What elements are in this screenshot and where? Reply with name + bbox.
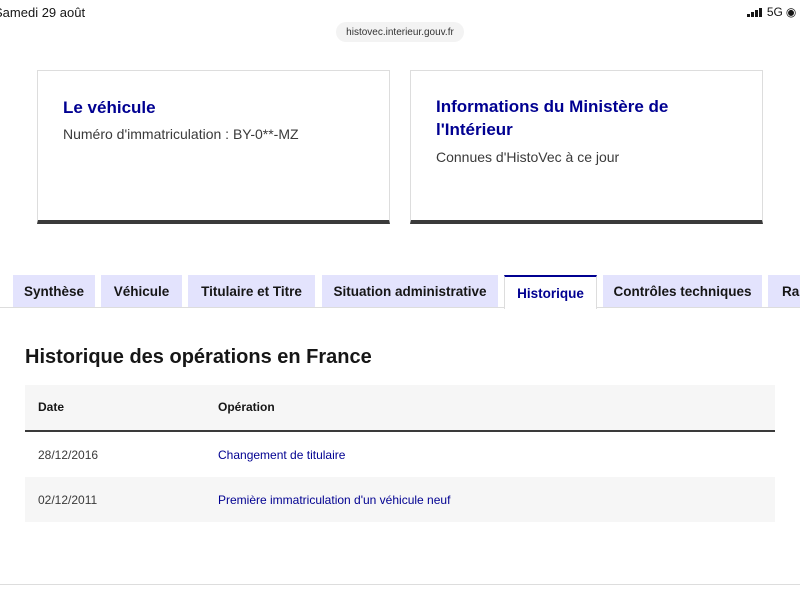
row-operation: Première immatriculation d'un véhicule n… <box>218 493 451 507</box>
network-label: 5G <box>766 5 783 19</box>
table-row: 02/12/2011 Première immatriculation d'un… <box>25 477 775 522</box>
vehicle-card-description: Numéro d'immatriculation : BY-0**-MZ <box>63 126 299 142</box>
status-bar: Samedi 29 août 5G ◉ 9 <box>0 0 800 24</box>
status-date: Samedi 29 août <box>0 5 86 20</box>
tab-controles-techniques[interactable]: Contrôles techniques <box>603 275 762 307</box>
tab-bar: Synthèse Véhicule Titulaire et Titre Sit… <box>0 275 800 309</box>
tab-historique[interactable]: Historique <box>504 275 597 309</box>
tab-situation-administrative[interactable]: Situation administrative <box>322 275 498 307</box>
column-header-operation: Opération <box>218 400 275 414</box>
row-date: 28/12/2016 <box>38 448 99 462</box>
panel-title: Historique des opérations en France <box>25 346 372 368</box>
vehicle-card: Le véhicule Numéro d'immatriculation : B… <box>37 70 390 224</box>
tab-titulaire-titre[interactable]: Titulaire et Titre <box>188 275 315 307</box>
tab-synthese[interactable]: Synthèse <box>13 275 95 307</box>
column-header-date: Date <box>38 400 65 414</box>
status-indicators: 5G ◉ 9 <box>746 5 800 19</box>
vehicle-card-title: Le véhicule <box>63 98 156 117</box>
table-header: Date Opération <box>25 385 775 432</box>
ministry-card: Informations du Ministère de l'Intérieur… <box>410 70 763 224</box>
table-row: 28/12/2016 Changement de titulaire <box>25 432 775 477</box>
tab-vehicule[interactable]: Véhicule <box>101 275 182 307</box>
ministry-card-title: Informations du Ministère de l'Intérieur <box>436 97 669 139</box>
url-bar[interactable]: histovec.interieur.gouv.fr <box>336 22 464 42</box>
row-operation: Changement de titulaire <box>218 448 346 462</box>
location-icon: ◉ <box>785 5 797 19</box>
url-text: histovec.interieur.gouv.fr <box>346 26 454 38</box>
signal-icon <box>746 7 762 17</box>
tab-rapport[interactable]: Rap <box>768 275 800 307</box>
historique-panel: Historique des opérations en France Date… <box>0 307 800 585</box>
operations-table: Date Opération 28/12/2016 Changement de … <box>25 385 775 522</box>
row-date: 02/12/2011 <box>38 493 98 507</box>
ministry-card-description: Connues d'HistoVec à ce jour <box>436 149 620 165</box>
